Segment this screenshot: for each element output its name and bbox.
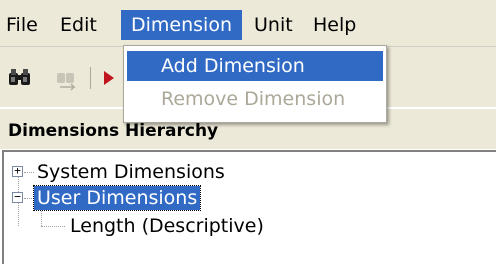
tree-item-user-dimensions[interactable]: User Dimensions <box>32 185 202 211</box>
dimensions-tree[interactable]: + System Dimensions − User Dimensions Le… <box>2 150 496 264</box>
remove-dimension-menu-item[interactable]: Remove Dimension <box>127 84 383 114</box>
tree-connector <box>41 226 65 227</box>
menu-file[interactable]: File <box>0 10 46 40</box>
menu-dimension[interactable]: Dimension <box>121 10 242 40</box>
menu-bar: File Edit Dimension Unit Help <box>0 0 496 47</box>
menu-help[interactable]: Help <box>305 10 364 40</box>
hierarchy-title: Dimensions Hierarchy <box>8 121 219 141</box>
tree-item-system-dimensions[interactable]: System Dimensions <box>37 160 225 184</box>
dimension-menu-dropdown: Add Dimension Remove Dimension <box>123 45 387 123</box>
menu-unit[interactable]: Unit <box>246 10 301 40</box>
menu-edit[interactable]: Edit <box>52 10 105 40</box>
tree-connector <box>24 198 34 199</box>
binoculars-icon[interactable] <box>6 65 34 91</box>
expand-icon[interactable]: + <box>12 165 23 177</box>
add-dimension-menu-item[interactable]: Add Dimension <box>127 51 383 81</box>
tree-connector <box>24 172 34 173</box>
collapse-icon[interactable]: − <box>12 191 23 203</box>
toolbar-separator <box>90 67 91 89</box>
tree-item-length[interactable]: Length (Descriptive) <box>70 214 264 238</box>
move-icon[interactable] <box>54 65 82 91</box>
